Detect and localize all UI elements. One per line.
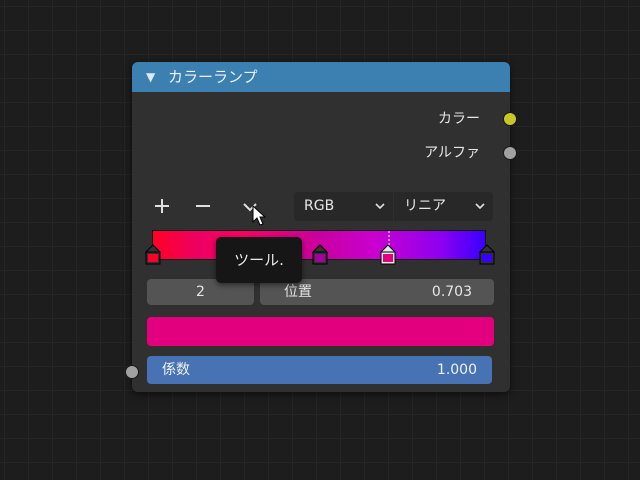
collapse-arrow-icon[interactable]: ▼ [146,62,155,92]
tooltip-text: ツール. [234,251,284,269]
ramp-stop-handle-active[interactable] [380,244,396,266]
output-alpha-socket[interactable] [503,146,517,160]
color-mode-value: RGB [304,198,335,214]
mouse-cursor-icon [252,205,267,226]
output-color-socket[interactable] [503,112,517,126]
position-value: 0.703 [431,284,472,300]
color-ramp-node[interactable]: ▼ カラーランプ カラー アルファ RGB リニア 2 位置 0.703 係数 … [132,62,517,392]
ramp-stop-handle[interactable] [145,244,161,266]
input-factor-socket[interactable] [125,365,139,379]
active-stop-color-swatch[interactable] [147,317,494,346]
chevron-down-icon [375,203,385,210]
factor-value: 1.000 [436,362,477,378]
factor-label: 係数 [162,362,190,378]
output-alpha-label: アルファ [424,145,480,161]
ramp-stop-handle[interactable] [479,244,495,266]
ramp-stop-handle[interactable] [312,244,328,266]
color-mode-dropdown[interactable]: RGB [294,192,393,221]
minus-icon [196,205,210,207]
chevron-down-icon [475,203,485,210]
add-stop-button[interactable] [149,193,175,219]
remove-stop-button[interactable] [190,193,216,219]
node-title: カラーランプ [168,68,258,86]
node-editor-canvas[interactable]: ▼ カラーランプ カラー アルファ RGB リニア 2 位置 0.703 係数 … [0,0,640,480]
node-header[interactable]: ▼ カラーランプ [132,62,510,92]
interpolation-value: リニア [404,198,446,214]
active-stop-index-value: 2 [196,284,205,300]
interpolation-dropdown[interactable]: リニア [394,192,493,221]
plus-icon [155,199,169,213]
factor-field[interactable]: 係数 1.000 [147,356,492,384]
tooltip: ツール. [216,237,302,283]
output-color-label: カラー [438,111,480,127]
